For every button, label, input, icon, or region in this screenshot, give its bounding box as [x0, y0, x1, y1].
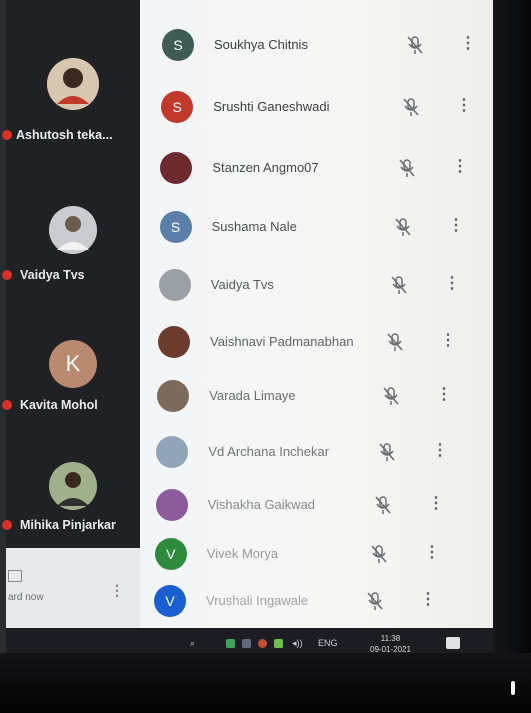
volume-icon[interactable]: ◂)) — [292, 638, 303, 649]
participant-avatar: V — [154, 585, 186, 617]
participant-avatar: V — [154, 538, 187, 570]
avatar-letter: K — [49, 340, 97, 388]
participant-name: Vivek Morya — [206, 546, 279, 561]
present-now-label[interactable]: ard now — [8, 592, 44, 603]
speaking-indicator — [2, 270, 12, 280]
participant-row[interactable]: Varada Limaye ⋮ — [140, 368, 493, 424]
participant-row[interactable]: Vaidya Tvs ⋮ — [140, 257, 493, 313]
participant-avatar: S — [162, 29, 194, 61]
present-screen-icon[interactable] — [8, 570, 22, 582]
participant-avatar: S — [161, 91, 194, 123]
more-options-icon[interactable]: ⋮ — [452, 156, 468, 176]
participant-name: Vd Archana Inchekar — [208, 444, 330, 459]
avatar — [49, 206, 97, 254]
participant-avatar — [158, 326, 190, 358]
participant-name: Vaishnavi Padmanabhan — [210, 334, 354, 349]
more-options-icon[interactable]: ⋮ — [110, 582, 124, 599]
video-tile[interactable]: Vaidya Tvs — [2, 206, 140, 286]
participant-name: Vishakha Gaikwad — [207, 497, 316, 512]
more-options-icon[interactable]: ⋮ — [444, 273, 460, 293]
tile-name: Mihika Pinjarkar — [20, 518, 116, 532]
participant-avatar — [156, 436, 189, 468]
mic-off-icon[interactable] — [406, 35, 424, 55]
participant-avatar: S — [159, 211, 192, 243]
monitor-bezel-right — [493, 0, 531, 713]
speaking-indicator — [2, 130, 12, 140]
participant-name: Vaidya Tvs — [210, 277, 274, 292]
speaking-indicator — [2, 520, 12, 530]
mic-off-icon[interactable] — [382, 386, 400, 406]
video-tile[interactable]: Ashutosh teka... — [2, 58, 140, 148]
participant-row[interactable]: Vishakha Gaikwad ⋮ — [140, 477, 493, 533]
avatar — [47, 58, 99, 110]
participant-row[interactable]: S Sushama Nale ⋮ — [140, 199, 493, 255]
tile-name: Ashutosh teka... — [16, 128, 113, 142]
participant-avatar — [158, 269, 191, 301]
participant-row[interactable]: Vaishnavi Padmanabhan ⋮ — [140, 314, 493, 370]
participant-name: Stanzen Angmo07 — [212, 160, 319, 175]
more-options-icon[interactable]: ⋮ — [424, 542, 440, 562]
participant-name: Vrushali Ingawale — [206, 593, 309, 608]
people-icon[interactable]: ⌕ — [190, 638, 195, 649]
more-options-icon[interactable]: ⋮ — [440, 330, 456, 350]
participant-name: Srushti Ganeshwadi — [213, 99, 330, 114]
participant-row[interactable]: S Srushti Ganeshwadi ⋮ — [140, 79, 493, 135]
participant-row[interactable]: Stanzen Angmo07 ⋮ — [140, 140, 493, 196]
more-options-icon[interactable]: ⋮ — [432, 440, 448, 460]
monitor-bezel-bottom — [0, 653, 531, 713]
participant-row[interactable]: Vd Archana Inchekar ⋮ — [140, 424, 493, 480]
participant-avatar — [157, 380, 190, 412]
video-tile[interactable]: Mihika Pinjarkar — [2, 462, 140, 542]
participant-avatar — [155, 489, 188, 521]
mic-off-icon[interactable] — [394, 217, 412, 237]
mic-off-icon[interactable] — [374, 495, 392, 515]
more-options-icon[interactable]: ⋮ — [436, 384, 452, 404]
tile-name: Kavita Mohol — [20, 398, 98, 412]
tile-name: Vaidya Tvs — [20, 268, 85, 282]
mic-off-icon[interactable] — [402, 97, 420, 117]
more-options-icon[interactable]: ⋮ — [420, 589, 436, 609]
clock-time: 11:38 — [380, 634, 401, 643]
participants-list: S Soukhya Chitnis ⋮ S Srushti Ganeshwadi ⋮ Sta… — [140, 0, 493, 628]
language-indicator[interactable]: ENG — [318, 638, 338, 648]
present-now-panel: ard now ⋮ — [6, 548, 140, 628]
notification-icon[interactable] — [446, 637, 460, 649]
video-tile[interactable]: K Kavita Mohol — [2, 340, 140, 420]
speaking-indicator — [2, 400, 12, 410]
mic-off-icon[interactable] — [390, 275, 408, 295]
participant-name: Sushama Nale — [211, 219, 297, 234]
mic-off-icon[interactable] — [370, 544, 388, 564]
more-options-icon[interactable]: ⋮ — [428, 493, 444, 513]
mic-off-icon[interactable] — [378, 442, 396, 462]
system-clock[interactable]: 11:38 09-01-2021 — [370, 633, 411, 655]
video-tiles-panel: Ashutosh teka... Vaidya Tvs K Kavita Moh… — [2, 0, 140, 548]
mic-off-icon[interactable] — [398, 158, 416, 178]
avatar — [49, 462, 97, 510]
battery-icon[interactable] — [226, 639, 235, 648]
display-icon[interactable] — [242, 639, 251, 648]
chrome-icon[interactable] — [258, 639, 267, 648]
mic-off-icon[interactable] — [366, 591, 384, 611]
participant-row[interactable]: V Vrushali Ingawale ⋮ — [140, 573, 493, 629]
participant-avatar — [160, 152, 193, 184]
network-icon[interactable] — [274, 639, 283, 648]
participant-name: Varada Limaye — [209, 388, 296, 403]
more-options-icon[interactable]: ⋮ — [460, 33, 476, 53]
mic-off-icon[interactable] — [386, 332, 404, 352]
participant-name: Soukhya Chitnis — [214, 37, 308, 52]
more-options-icon[interactable]: ⋮ — [456, 95, 472, 115]
more-options-icon[interactable]: ⋮ — [448, 215, 464, 235]
participant-row[interactable]: S Soukhya Chitnis ⋮ — [140, 17, 493, 73]
power-led — [511, 681, 515, 695]
